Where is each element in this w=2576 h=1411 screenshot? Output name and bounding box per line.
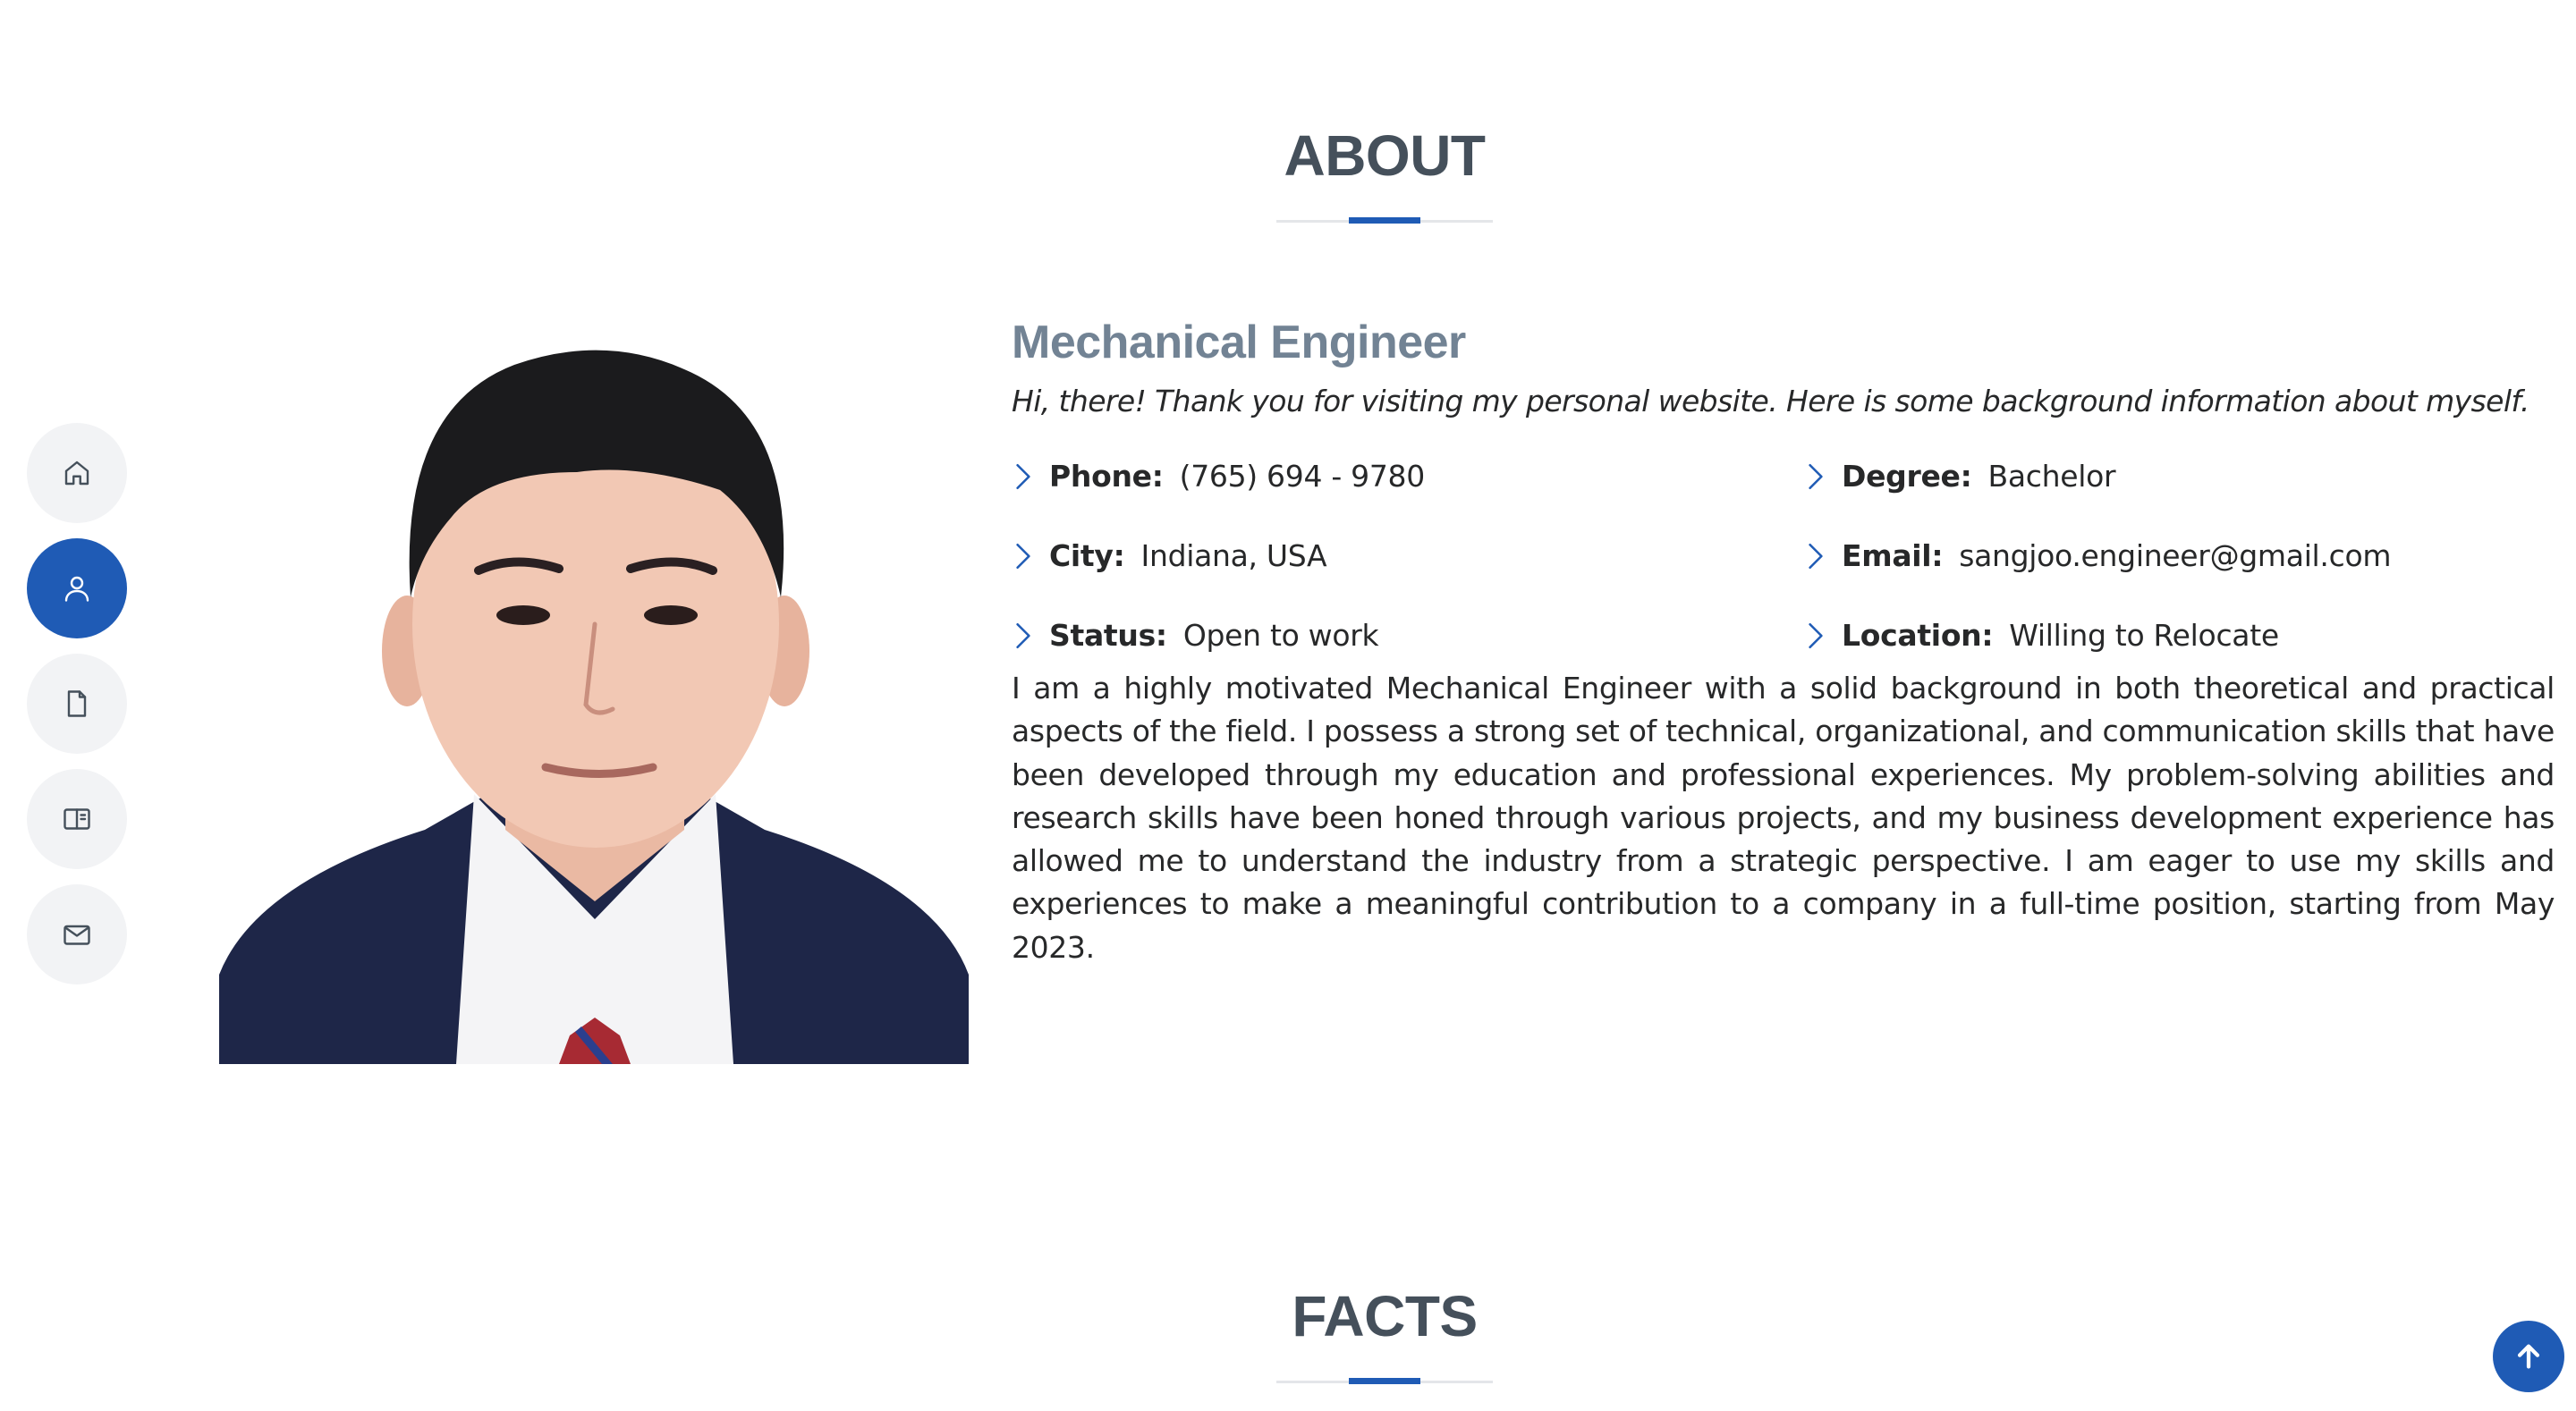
nav-contact-button[interactable] bbox=[27, 884, 127, 984]
arrow-up-icon bbox=[2517, 1344, 2540, 1369]
envelope-icon bbox=[64, 925, 90, 945]
info-degree: Degree: Bachelor bbox=[1804, 454, 2116, 499]
info-value: (765) 694 - 9780 bbox=[1179, 459, 1426, 494]
facts-title-divider bbox=[1276, 1378, 1493, 1384]
info-value: Indiana, USA bbox=[1140, 538, 1327, 573]
book-icon bbox=[64, 808, 90, 830]
info-phone: Phone: (765) 694 - 9780 bbox=[1012, 454, 1425, 499]
info-value: Willing to Relocate bbox=[2009, 618, 2279, 653]
nav-resume-button[interactable] bbox=[27, 654, 127, 754]
intro-text: Hi, there! Thank you for visiting my per… bbox=[1012, 384, 2529, 418]
person-icon bbox=[64, 576, 89, 602]
chevron-right-icon bbox=[1012, 461, 1035, 492]
info-email: Email: sangjoo.engineer@gmail.com bbox=[1804, 534, 2392, 579]
home-icon bbox=[64, 460, 89, 486]
info-value: Bachelor bbox=[1987, 459, 2116, 494]
chevron-right-icon bbox=[1012, 621, 1035, 651]
about-title: ABOUT bbox=[1284, 123, 1486, 188]
about-title-divider bbox=[1276, 217, 1493, 224]
chevron-right-icon bbox=[1804, 621, 1827, 651]
info-value: sangjoo.engineer@gmail.com bbox=[1959, 538, 2392, 573]
chevron-right-icon bbox=[1804, 461, 1827, 492]
nav-portfolio-button[interactable] bbox=[27, 769, 127, 869]
info-city: City: Indiana, USA bbox=[1012, 534, 1327, 579]
file-icon bbox=[67, 690, 87, 717]
info-label: Phone: bbox=[1049, 459, 1164, 494]
info-label: Email: bbox=[1842, 538, 1944, 573]
facts-header: FACTS bbox=[0, 1284, 2576, 1384]
page: ABOUT Mechanical Engineer Hi, there! Tha… bbox=[0, 0, 2576, 1411]
chevron-right-icon bbox=[1012, 541, 1035, 571]
info-label: City: bbox=[1049, 538, 1125, 573]
chevron-right-icon bbox=[1804, 541, 1827, 571]
side-nav bbox=[27, 423, 127, 1000]
info-list: Phone: (765) 694 - 9780 City: Indiana, U… bbox=[1012, 444, 2555, 667]
info-label: Status: bbox=[1049, 618, 1167, 653]
back-to-top-button[interactable] bbox=[2493, 1321, 2564, 1392]
info-label: Location: bbox=[1842, 618, 1994, 653]
nav-home-button[interactable] bbox=[27, 423, 127, 523]
info-label: Degree: bbox=[1842, 459, 1972, 494]
profile-photo bbox=[219, 329, 969, 1064]
about-content: Mechanical Engineer Hi, there! Thank you… bbox=[1012, 313, 2555, 969]
facts-title-accent bbox=[1349, 1378, 1420, 1384]
info-status: Status: Open to work bbox=[1012, 613, 1379, 658]
info-location: Location: Willing to Relocate bbox=[1804, 613, 2279, 658]
role-title: Mechanical Engineer bbox=[1012, 317, 1466, 368]
bio-paragraph: I am a highly motivated Mechanical Engin… bbox=[1012, 671, 2555, 965]
about-title-accent bbox=[1349, 217, 1420, 224]
about-header: ABOUT bbox=[0, 123, 2576, 224]
nav-about-button[interactable] bbox=[27, 538, 127, 638]
info-value: Open to work bbox=[1182, 618, 1379, 653]
facts-title: FACTS bbox=[1292, 1284, 1478, 1348]
